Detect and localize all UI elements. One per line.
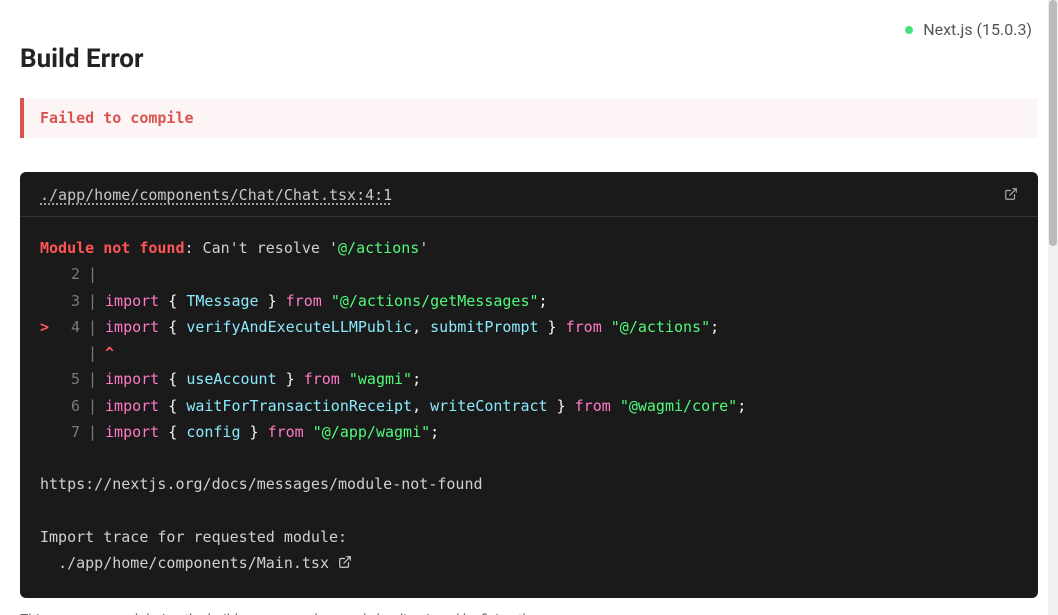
- code-header: ./app/home/components/Chat/Chat.tsx:4:1: [20, 172, 1038, 217]
- code-line-5: 5|import { useAccount } from "wagmi";: [40, 366, 1018, 392]
- file-location-link[interactable]: ./app/home/components/Chat/Chat.tsx:4:1: [40, 186, 392, 204]
- code-block: ./app/home/components/Chat/Chat.tsx:4:1 …: [20, 172, 1038, 598]
- trace-entry[interactable]: ./app/home/components/Main.tsx: [40, 550, 1018, 576]
- code-body: Module not found: Can't resolve '@/actio…: [20, 217, 1038, 598]
- blank-line: [40, 445, 1018, 471]
- open-external-icon[interactable]: [338, 550, 352, 576]
- page-container: Next.js (15.0.3) Build Error Failed to c…: [0, 0, 1058, 615]
- code-line-6: 6|import { waitForTransactionReceipt, wr…: [40, 393, 1018, 419]
- code-line-7: 7|import { config } from "@/app/wagmi";: [40, 419, 1018, 445]
- scrollbar-thumb[interactable]: [1049, 0, 1057, 246]
- docs-url-line[interactable]: https://nextjs.org/docs/messages/module-…: [40, 471, 1018, 497]
- trace-heading: Import trace for requested module:: [40, 524, 1018, 550]
- version-text: Next.js (15.0.3): [923, 20, 1032, 39]
- status-dot-icon: [905, 26, 913, 34]
- version-badge: Next.js (15.0.3): [905, 20, 1032, 39]
- error-message-line: Module not found: Can't resolve '@/actio…: [40, 235, 1018, 261]
- blank-line: [40, 498, 1018, 524]
- open-external-icon[interactable]: [1004, 186, 1018, 204]
- error-banner: Failed to compile: [20, 98, 1038, 138]
- code-line-2: 2|: [40, 261, 1018, 287]
- code-line-3: 3|import { TMessage } from "@/actions/ge…: [40, 288, 1018, 314]
- page-title: Build Error: [20, 44, 1038, 74]
- scrollbar-track[interactable]: [1048, 0, 1058, 615]
- code-line-4: >4|import { verifyAndExecuteLLMPublic, s…: [40, 314, 1018, 340]
- code-caret-line: |^: [40, 340, 1018, 366]
